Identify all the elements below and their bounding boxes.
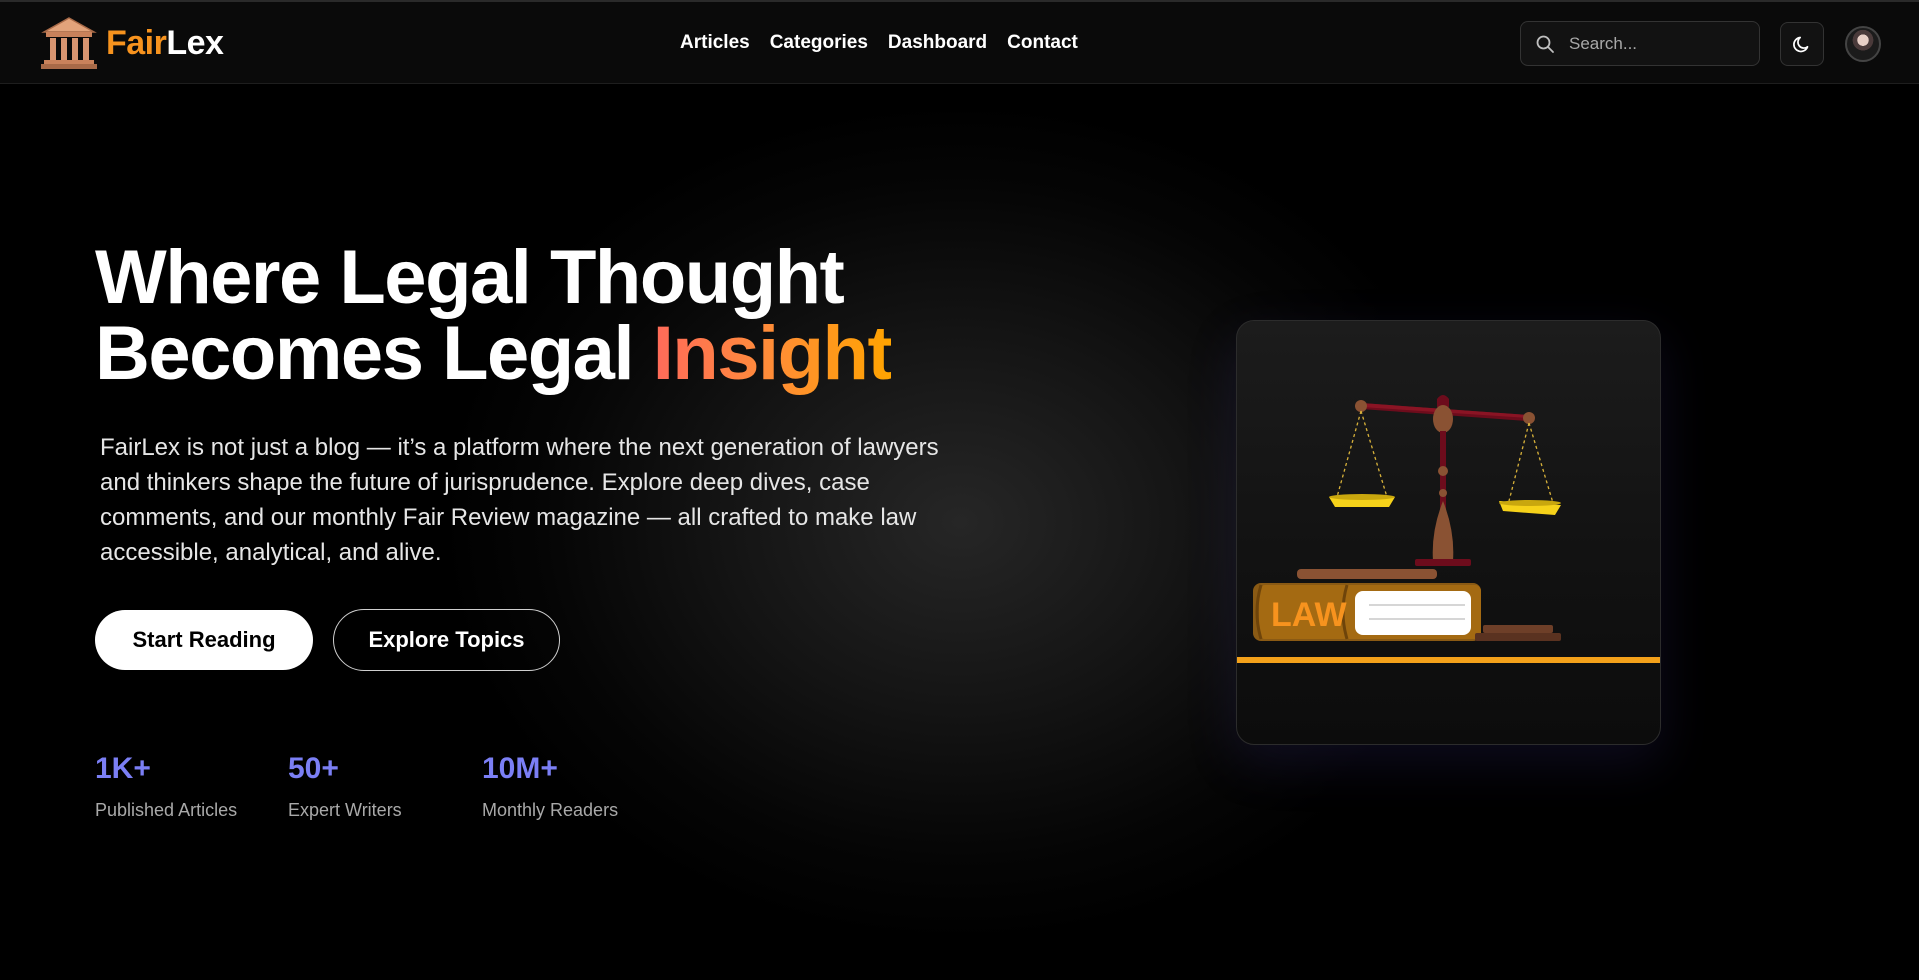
moon-icon [1793,36,1809,53]
nav-link-dashboard[interactable]: Dashboard [888,32,987,54]
courthouse-icon [41,17,97,69]
hero-title: Where Legal Thought Becomes Legal Insigh… [95,240,895,392]
nav-link-contact[interactable]: Contact [1007,32,1078,54]
nav-link-articles[interactable]: Articles [680,32,750,54]
book-law-label: LAW [1271,596,1347,634]
search-input[interactable] [1569,33,1749,54]
stat-value: 10M+ [482,752,558,785]
user-avatar[interactable] [1845,26,1881,62]
stat-published-articles: 1K+ Published Articles [95,752,237,821]
stat-value: 1K+ [95,752,151,785]
stat-label: Published Articles [95,800,238,820]
stat-monthly-readers: 10M+ Monthly Readers [482,752,618,821]
hero-title-line2: Becomes Legal Insight [95,316,895,392]
theme-toggle-button[interactable] [1780,22,1824,66]
brand-name: FairLex [106,23,224,63]
hero-illustration-card: LAW [1236,320,1661,745]
stat-label: Monthly Readers [482,800,619,820]
search-box [1520,21,1760,66]
stat-label: Expert Writers [288,800,402,820]
hero-title-line1: Where Legal Thought [95,235,845,320]
hero-title-line2-prefix: Becomes Legal [95,311,653,396]
hero-title-accent: Insight [652,311,893,396]
stat-value: 50+ [288,752,339,785]
page: FairLex Articles Categories Dashboard Co… [0,0,1919,980]
hero-description: FairLex is not just a blog — it’s a plat… [100,434,939,566]
nav-link-categories[interactable]: Categories [770,32,868,54]
search-icon [1536,35,1554,53]
main-nav: Articles Categories Dashboard Contact [680,2,1078,84]
brand-logo[interactable]: FairLex [40,16,224,70]
brand-name-fair: Fair [106,23,167,62]
stat-expert-writers: 50+ Expert Writers [288,752,402,821]
scales-of-justice-illustration: LAW [1237,395,1660,663]
navbar: FairLex Articles Categories Dashboard Co… [0,2,1919,84]
brand-name-lex: Lex [166,23,224,62]
start-reading-button[interactable]: Start Reading [95,610,313,670]
explore-topics-button[interactable]: Explore Topics [333,609,560,671]
